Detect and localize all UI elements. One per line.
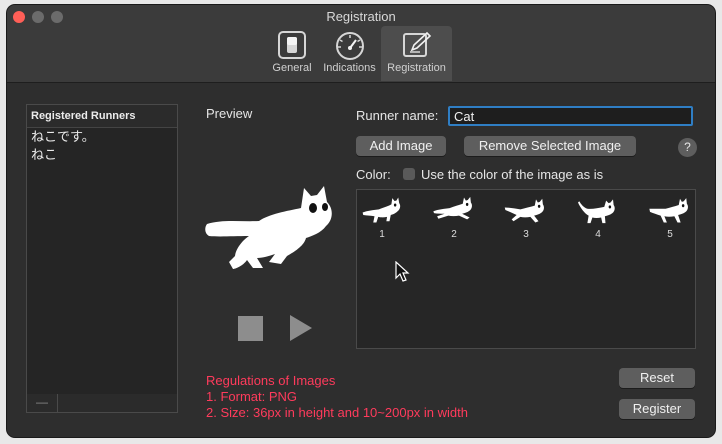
- cat-frame-image: [504, 198, 544, 223]
- image-frame-2[interactable]: 2: [431, 195, 477, 240]
- image-frame-3[interactable]: 3: [503, 195, 549, 240]
- list-header: Registered Runners: [27, 105, 177, 128]
- regulations-title: Regulations of Images: [206, 373, 336, 388]
- remove-runner-button[interactable]: —: [27, 394, 58, 412]
- tab-indications-label: Indications: [323, 62, 376, 74]
- frame-number: 3: [523, 229, 529, 240]
- frame-number: 1: [379, 229, 385, 240]
- registered-runners-list[interactable]: Registered Runners ねこです。 ねこ: [26, 104, 178, 395]
- help-button[interactable]: ?: [678, 138, 697, 157]
- list-controls: —: [26, 394, 178, 413]
- reset-button[interactable]: Reset: [619, 368, 695, 388]
- window-title: Registration: [326, 9, 396, 24]
- image-regulations: Regulations of Images 1. Format: PNG 2. …: [206, 373, 468, 421]
- register-button[interactable]: Register: [619, 399, 695, 419]
- tab-registration[interactable]: Registration: [381, 26, 452, 81]
- image-frame-5[interactable]: 5: [647, 195, 693, 240]
- tab-registration-label: Registration: [387, 62, 446, 74]
- runner-name-label: Runner name:: [356, 108, 439, 123]
- cat-frame-image: [578, 199, 615, 224]
- registration-pane: Registered Runners ねこです。 ねこ — Preview Ru…: [7, 83, 715, 437]
- runner-name-input[interactable]: [448, 106, 693, 126]
- add-image-button[interactable]: Add Image: [356, 136, 446, 156]
- play-button[interactable]: [290, 315, 312, 341]
- cat-frame-image: [649, 198, 688, 223]
- cat-frame-image: [362, 197, 401, 223]
- image-frame-4[interactable]: 4: [575, 195, 621, 240]
- image-frame-1[interactable]: 1: [359, 195, 405, 240]
- tab-general[interactable]: General: [266, 26, 318, 81]
- mouse-pointer-icon: [395, 261, 410, 282]
- stop-button[interactable]: [238, 316, 263, 341]
- gauge-icon: [335, 32, 364, 60]
- tab-general-label: General: [272, 62, 312, 74]
- general-icon: [278, 31, 306, 59]
- use-image-color-checkbox[interactable]: [403, 168, 415, 180]
- remove-selected-image-button[interactable]: Remove Selected Image: [464, 136, 636, 156]
- list-item[interactable]: ねこ: [27, 146, 177, 164]
- cat-preview-image: [205, 186, 332, 269]
- frame-number: 5: [667, 229, 673, 240]
- title-bar: Registration General Indications Registr…: [7, 5, 715, 83]
- tab-indications[interactable]: Indications: [318, 26, 381, 81]
- frame-number: 4: [595, 229, 601, 240]
- use-image-color-label[interactable]: Use the color of the image as is: [421, 167, 603, 182]
- regulation-format: 1. Format: PNG: [206, 389, 298, 404]
- regulation-size: 2. Size: 36px in height and 10~200px in …: [206, 405, 468, 420]
- preferences-window: Registration General Indications Registr…: [7, 5, 715, 437]
- cat-frame-image: [433, 196, 472, 220]
- frame-number: 2: [451, 229, 457, 240]
- pen-icon: [402, 31, 431, 57]
- preview-label: Preview: [206, 106, 253, 121]
- list-item[interactable]: ねこです。: [27, 128, 177, 146]
- color-label: Color:: [356, 167, 391, 182]
